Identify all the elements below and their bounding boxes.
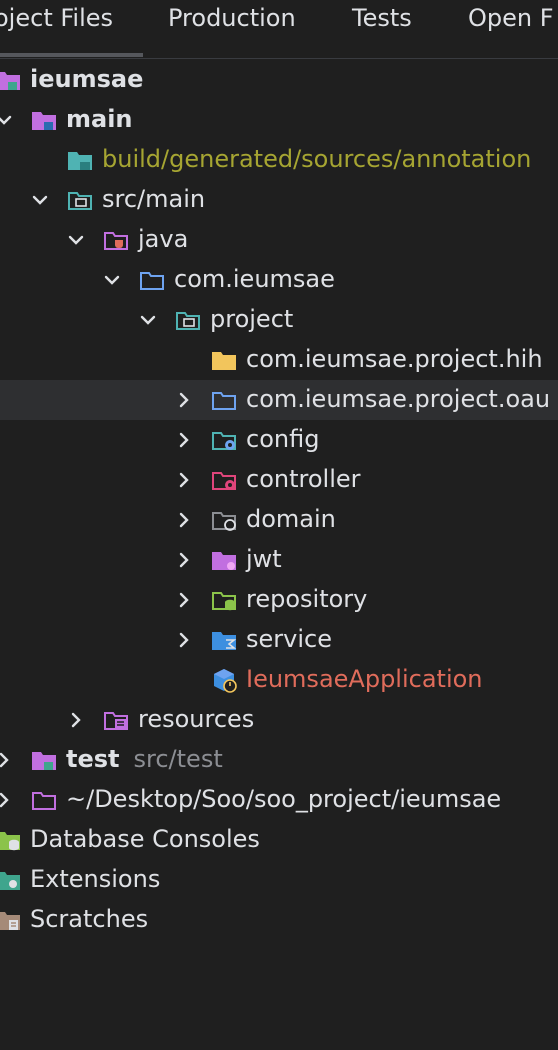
tree-label-group: test src/test [66,744,223,774]
tree-label: com.ieumsae.project.oau [246,385,551,413]
tab-open-files[interactable]: Open F [468,4,554,32]
tree-node-resources[interactable]: resources [0,700,558,740]
tree-label: config [246,425,320,453]
active-tab-indicator [0,53,143,57]
tab-project-files[interactable]: oject Files [0,4,113,32]
folder-icon [212,352,236,370]
tree-label: jwt [246,545,282,573]
scratches-icon [0,912,20,930]
tree-label: ieumsae [30,65,144,93]
chevron-right-icon[interactable] [0,786,18,814]
chevron-down-icon[interactable] [134,306,162,334]
tree-node-scratches[interactable]: Scratches [0,900,558,940]
chevron-right-icon[interactable] [170,546,198,574]
service-folder-icon [212,632,237,650]
source-root-folder-icon [68,192,92,210]
tree-label: Scratches [30,905,149,933]
tree-label: Extensions [30,865,161,893]
package-folder-icon [212,392,236,410]
tree-node-package-oau[interactable]: com.ieumsae.project.oau [0,380,558,420]
config-folder-icon [212,432,236,450]
tree-node-desktop-path[interactable]: ~/Desktop/Soo/soo_project/ieumsae [0,780,558,820]
chevron-down-icon[interactable] [98,266,126,294]
tree-label: Database Consoles [30,825,260,853]
tree-node-controller[interactable]: controller [0,460,558,500]
tree-node-ieumsae-application[interactable]: IeumsaeApplication [0,660,558,700]
tree-node-main[interactable]: main [0,100,558,140]
package-folder-icon [140,272,164,290]
tab-tests[interactable]: Tests [352,4,412,32]
chevron-right-icon[interactable] [62,706,90,734]
tool-window-tabs: oject Files Production Tests Open F [0,0,558,59]
resources-folder-icon [104,712,128,730]
tree-label: IeumsaeApplication [246,665,483,693]
database-consoles-icon [0,832,20,851]
controller-folder-icon [212,472,236,490]
folder-outline-icon [32,792,56,810]
chevron-right-icon[interactable] [170,466,198,494]
tree-label: project [210,305,294,333]
tree-node-package-hih[interactable]: com.ieumsae.project.hih [0,340,558,380]
domain-folder-icon [212,512,236,531]
tree-label: com.ieumsae.project.hih [246,345,543,373]
repository-folder-icon [212,592,236,611]
chevron-right-icon[interactable] [170,626,198,654]
generated-sources-folder-icon [68,152,92,170]
module-folder-icon [0,72,20,90]
jwt-folder-icon [212,552,236,570]
tree-node-com-ieumsae[interactable]: com.ieumsae [0,260,558,300]
chevron-down-icon[interactable] [26,186,54,214]
tree-node-project[interactable]: project [0,300,558,340]
java-source-folder-icon [104,232,128,250]
tree-node-generated-sources[interactable]: build/generated/sources/annotation [0,140,558,180]
module-folder-icon [32,112,56,130]
tree-label: src/main [102,185,206,213]
spring-boot-class-icon [214,669,237,693]
tree-label: java [138,225,189,253]
chevron-down-icon[interactable] [0,106,18,134]
tree-node-src-main[interactable]: src/main [0,180,558,220]
chevron-right-icon[interactable] [0,746,18,774]
tree-node-service[interactable]: service [0,620,558,660]
chevron-right-icon[interactable] [170,506,198,534]
tree-label: test [66,745,120,773]
tree-node-java[interactable]: java [0,220,558,260]
tree-node-database-consoles[interactable]: Database Consoles [0,820,558,860]
tree-label: ~/Desktop/Soo/soo_project/ieumsae [66,785,502,813]
chevron-right-icon[interactable] [170,586,198,614]
tree-label: domain [246,505,336,533]
tree-node-repository[interactable]: repository [0,580,558,620]
tree-label: main [66,105,133,133]
tree-label: resources [138,705,255,733]
tree-path-hint: src/test [133,745,223,773]
tree-node-ieumsae[interactable]: ieumsae [0,60,558,100]
tree-label: build/generated/sources/annotation [102,145,532,173]
chevron-down-icon[interactable] [62,226,90,254]
module-folder-icon [32,752,56,770]
tree-label: service [246,625,332,653]
tree-node-jwt[interactable]: jwt [0,540,558,580]
extensions-icon [0,872,20,890]
tree-node-domain[interactable]: domain [0,500,558,540]
tree-label: repository [246,585,368,613]
tree-node-test[interactable]: test src/test [0,740,558,780]
tab-production[interactable]: Production [168,4,296,32]
tree-label: controller [246,465,361,493]
tree-node-config[interactable]: config [0,420,558,460]
chevron-right-icon[interactable] [170,386,198,414]
tree-label: com.ieumsae [174,265,335,293]
tree-node-extensions[interactable]: Extensions [0,860,558,900]
chevron-right-icon[interactable] [170,426,198,454]
package-folder-icon [176,312,200,330]
